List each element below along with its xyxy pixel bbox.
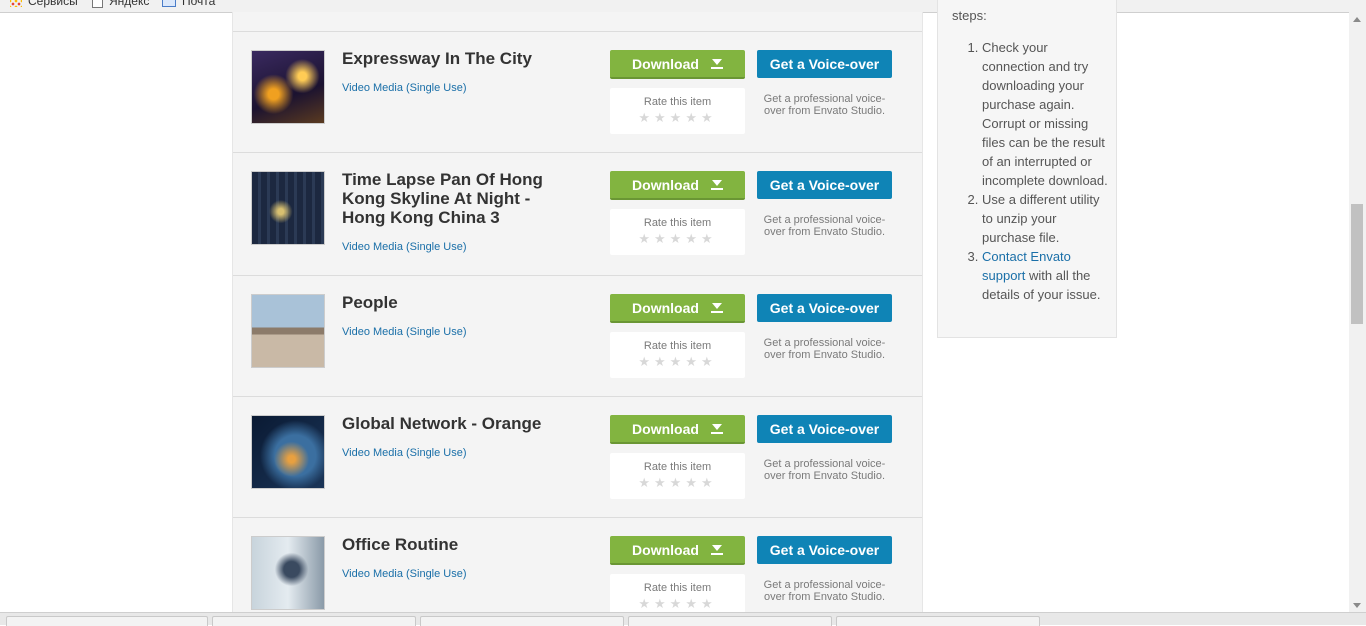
voiceover-text: Get a professional voice-over from Envat…	[763, 458, 886, 482]
voiceover-text: Get a professional voice-over from Envat…	[763, 214, 886, 238]
bookmark-yandex[interactable]: Яндекс	[92, 0, 149, 8]
bookmark-label: Сервисы	[28, 0, 78, 8]
voiceover-button[interactable]: Get a Voice-over	[757, 294, 892, 322]
star-rating[interactable]: ★★★★★	[610, 476, 745, 489]
voiceover-button[interactable]: Get a Voice-over	[757, 171, 892, 199]
bookmark-mail[interactable]: Почта	[162, 0, 215, 8]
bookmark-label: Почта	[182, 0, 216, 8]
download-arrow-icon	[710, 423, 723, 434]
item-license-link[interactable]: Video Media (Single Use)	[342, 241, 467, 253]
bookmark-services[interactable]: Сервисы	[10, 0, 78, 8]
star-rating[interactable]: ★★★★★	[610, 355, 745, 368]
download-button[interactable]: Download	[610, 294, 745, 323]
voiceover-text: Get a professional voice-over from Envat…	[763, 93, 886, 117]
item-thumbnail[interactable]	[251, 415, 325, 489]
download-item: People Video Media (Single Use) Download…	[233, 275, 922, 397]
bookmark-label: Яндекс	[109, 0, 150, 8]
item-license-link[interactable]: Video Media (Single Use)	[342, 447, 467, 459]
troubleshooting-panel: steps: Check your connection and try dow…	[937, 0, 1117, 338]
rate-label: Rate this item	[643, 582, 712, 594]
step-item: Use a different utility to unzip your pu…	[982, 190, 1112, 247]
download-arrow-icon	[710, 58, 723, 69]
download-button[interactable]: Download	[610, 171, 745, 200]
download-arrow-icon	[710, 544, 723, 555]
star-rating[interactable]: ★★★★★	[610, 111, 745, 124]
item-thumbnail[interactable]	[251, 294, 325, 368]
mail-icon	[162, 0, 176, 7]
troubleshooting-steps: Check your connection and try downloadin…	[952, 38, 1112, 304]
scrollbar-thumb[interactable]	[1351, 204, 1363, 324]
rate-label: Rate this item	[643, 96, 712, 108]
item-title[interactable]: People	[342, 293, 572, 312]
downloads-list: Expressway In The City Video Media (Sing…	[232, 12, 923, 612]
download-arrow-icon	[710, 302, 723, 313]
item-thumbnail[interactable]	[251, 171, 325, 245]
rating-widget: Rate this item ★★★★★	[610, 332, 745, 378]
voiceover-button[interactable]: Get a Voice-over	[757, 536, 892, 564]
rating-widget: Rate this item ★★★★★	[610, 574, 745, 612]
star-rating[interactable]: ★★★★★	[610, 597, 745, 610]
taskbar-item[interactable]	[212, 616, 416, 626]
item-thumbnail[interactable]	[251, 536, 325, 610]
taskbar-item[interactable]	[836, 616, 1040, 626]
download-item: Time Lapse Pan Of Hong Kong Skyline At N…	[233, 152, 922, 276]
steps-intro: steps:	[952, 8, 987, 23]
taskbar-item[interactable]	[6, 616, 208, 626]
download-arrow-icon	[710, 179, 723, 190]
rate-label: Rate this item	[643, 217, 712, 229]
download-button[interactable]: Download	[610, 536, 745, 565]
item-thumbnail[interactable]	[251, 50, 325, 124]
download-label: Download	[632, 299, 699, 316]
item-license-link[interactable]: Video Media (Single Use)	[342, 82, 467, 94]
download-label: Download	[632, 420, 699, 437]
taskbar	[0, 612, 1366, 626]
download-button[interactable]: Download	[610, 415, 745, 444]
item-title[interactable]: Global Network - Orange	[342, 414, 572, 433]
item-license-link[interactable]: Video Media (Single Use)	[342, 326, 467, 338]
rate-label: Rate this item	[643, 461, 712, 473]
taskbar-item[interactable]	[628, 616, 832, 626]
item-title[interactable]: Office Routine	[342, 535, 572, 554]
vertical-scrollbar[interactable]	[1349, 12, 1366, 612]
item-license-link[interactable]: Video Media (Single Use)	[342, 568, 467, 580]
voiceover-text: Get a professional voice-over from Envat…	[763, 337, 886, 361]
apps-grid-icon	[10, 0, 22, 7]
download-item: Expressway In The City Video Media (Sing…	[233, 31, 922, 153]
download-label: Download	[632, 541, 699, 558]
download-label: Download	[632, 55, 699, 72]
item-title[interactable]: Expressway In The City	[342, 49, 572, 68]
scroll-up-icon[interactable]	[1353, 17, 1361, 22]
taskbar-item[interactable]	[420, 616, 624, 626]
rating-widget: Rate this item ★★★★★	[610, 88, 745, 134]
page-icon	[92, 0, 103, 8]
rating-widget: Rate this item ★★★★★	[610, 209, 745, 255]
step-item: Contact Envato support with all the deta…	[982, 247, 1112, 304]
download-button[interactable]: Download	[610, 50, 745, 79]
star-rating[interactable]: ★★★★★	[610, 232, 745, 245]
scroll-down-icon[interactable]	[1353, 603, 1361, 608]
rating-widget: Rate this item ★★★★★	[610, 453, 745, 499]
item-title[interactable]: Time Lapse Pan Of Hong Kong Skyline At N…	[342, 170, 572, 227]
download-item: Office Routine Video Media (Single Use) …	[233, 517, 922, 612]
voiceover-button[interactable]: Get a Voice-over	[757, 415, 892, 443]
voiceover-button[interactable]: Get a Voice-over	[757, 50, 892, 78]
rate-label: Rate this item	[643, 340, 712, 352]
download-label: Download	[632, 176, 699, 193]
download-item: Global Network - Orange Video Media (Sin…	[233, 396, 922, 518]
step-item: Check your connection and try downloadin…	[982, 38, 1112, 190]
voiceover-text: Get a professional voice-over from Envat…	[763, 579, 886, 603]
